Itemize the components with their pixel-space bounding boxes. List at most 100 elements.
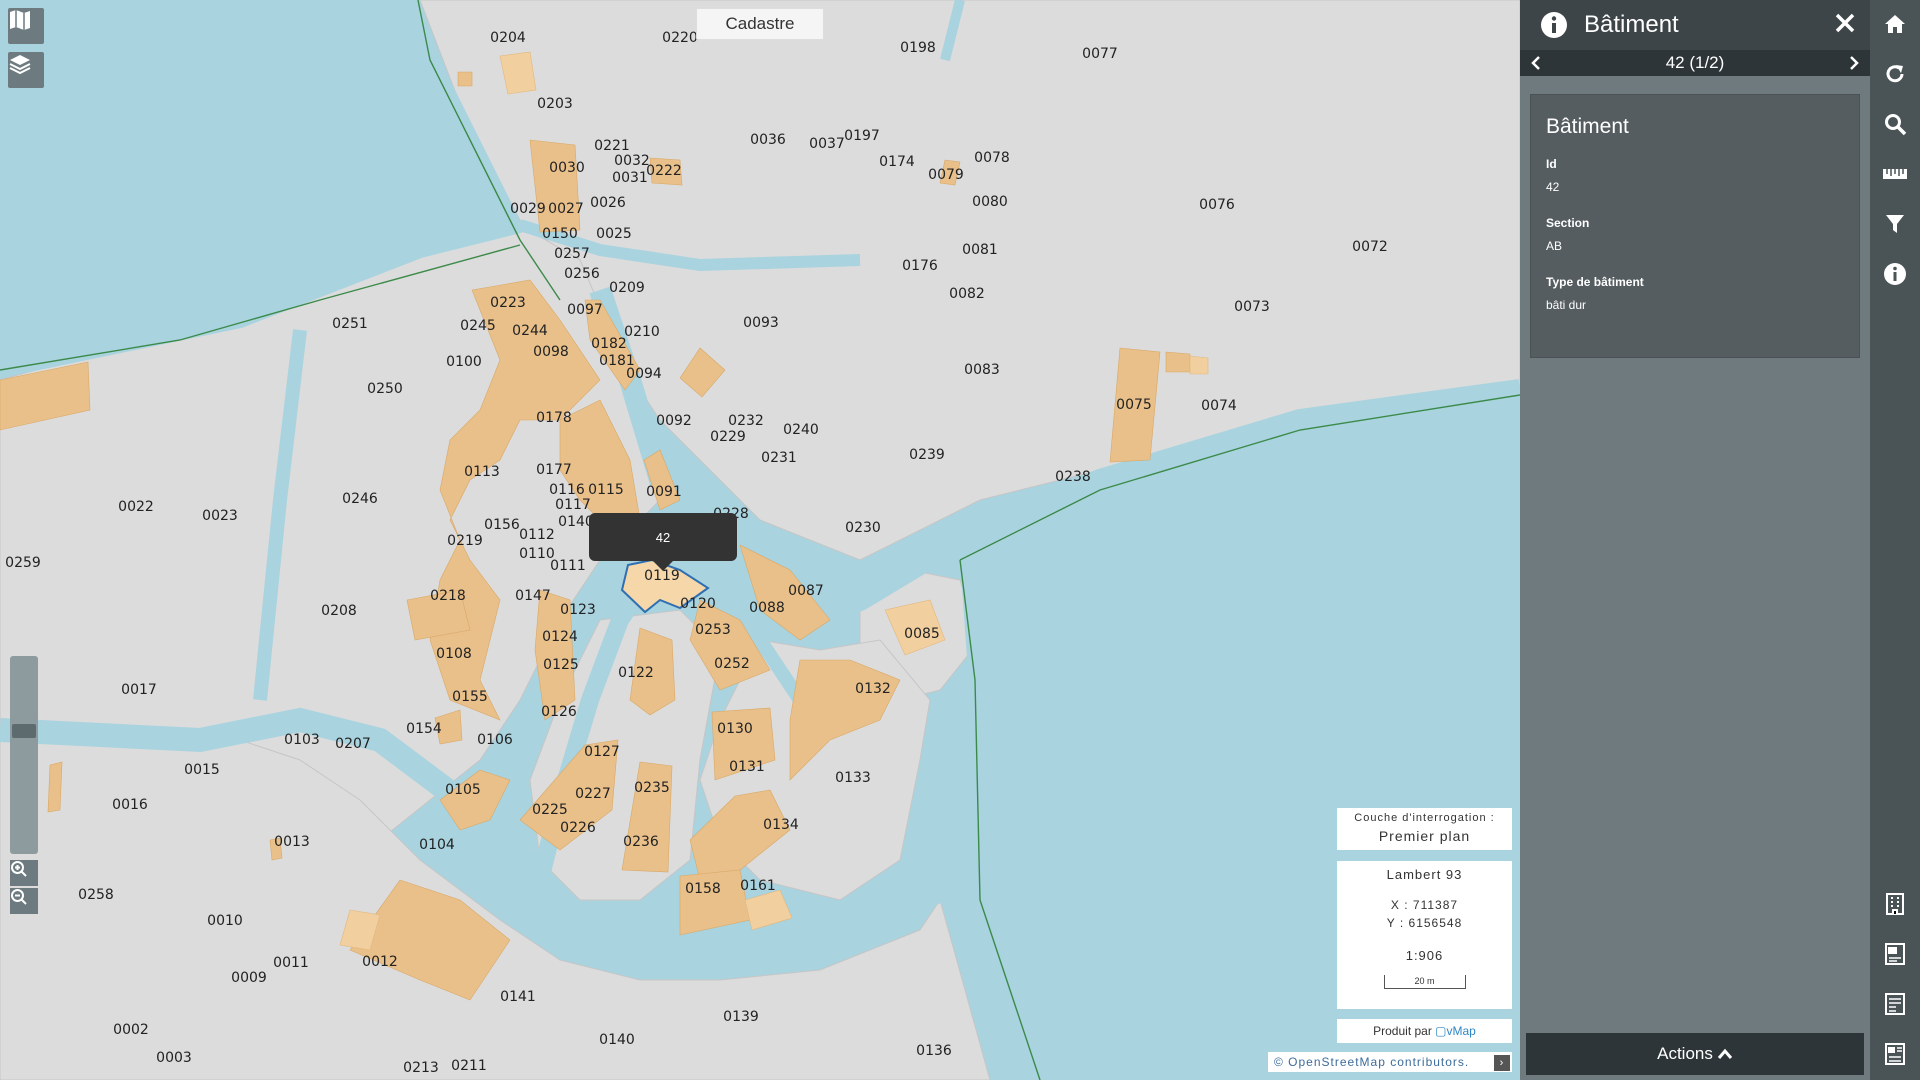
y-coordinate: Y : 6156548: [1386, 916, 1463, 930]
parcel-label: 0251: [332, 316, 368, 332]
parcel-label: 0207: [335, 736, 371, 752]
parcel-label: 0011: [273, 955, 309, 971]
zoom-slider-handle[interactable]: [12, 724, 36, 739]
ruler-icon: [1883, 169, 1907, 179]
parcel-label: 0134: [763, 817, 799, 833]
parcel-label: 0239: [909, 447, 945, 463]
parcel-label: 0013: [274, 834, 310, 850]
parcel-label: 0257: [554, 246, 590, 262]
actions-button[interactable]: Actions: [1526, 1033, 1864, 1075]
parcel-label: 0112: [519, 527, 555, 543]
feature-navigation: 42 (1/2): [1520, 50, 1870, 76]
zoom-slider[interactable]: [10, 656, 38, 854]
zoom-out-button[interactable]: [10, 888, 38, 914]
panel-title: Bâtiment: [1584, 11, 1679, 38]
parcel-label: 0072: [1352, 239, 1388, 255]
coordinates-box: Lambert 93 X : 711387 Y : 6156548 1:906 …: [1337, 861, 1512, 1009]
parcel-label: 0154: [406, 721, 442, 737]
parcel-label: 0223: [490, 295, 526, 311]
parcel-label: 0219: [447, 533, 483, 549]
filter-button[interactable]: [1870, 204, 1920, 244]
parcel-label: 0100: [446, 354, 482, 370]
search-button[interactable]: [1870, 104, 1920, 144]
parcel-label: 0036: [750, 132, 786, 148]
parcel-label: 0203: [537, 96, 573, 112]
measure-button[interactable]: [1870, 154, 1920, 194]
report-button-2[interactable]: [1870, 984, 1920, 1024]
parcel-label: 0182: [591, 336, 627, 352]
parcel-label: 0023: [202, 508, 238, 524]
vmap-logo-icon: ▢: [1435, 1024, 1447, 1038]
zoom-in-icon: [11, 861, 27, 877]
next-feature-button[interactable]: [1844, 53, 1864, 73]
info-icon: [1884, 263, 1906, 285]
parcel-label: 0246: [342, 491, 378, 507]
parcel-label: 0245: [460, 318, 496, 334]
attribution-text[interactable]: © OpenStreetMap contributors.: [1274, 1055, 1469, 1069]
report-icon: [1885, 1043, 1905, 1065]
parcel-label: 0074: [1201, 398, 1237, 414]
filter-icon: [1886, 215, 1904, 233]
parcel-label: 0197: [844, 128, 880, 144]
parcel-label: 0026: [590, 195, 626, 211]
parcel-label: 0253: [695, 622, 731, 638]
parcel-label: 0252: [714, 656, 750, 672]
parcel-label: 0130: [717, 721, 753, 737]
parcel-label: 0123: [560, 602, 596, 618]
parcel-label: 0231: [761, 450, 797, 466]
parcel-label: 0178: [536, 410, 572, 426]
building: [744, 889, 793, 931]
parcel-label: 0177: [536, 462, 572, 478]
info-panel: Bâtiment 42 (1/2) Bâtiment Id 42 Section…: [1520, 0, 1870, 1080]
projection-label: Lambert 93: [1386, 867, 1463, 882]
parcel-label: 0104: [419, 837, 455, 853]
report-button-1[interactable]: [1870, 934, 1920, 974]
layers-button[interactable]: [8, 52, 44, 88]
basemap-button[interactable]: [8, 8, 44, 44]
parcel-label: 0097: [567, 302, 603, 318]
panel-header: Bâtiment: [1520, 0, 1870, 50]
parcel-label: 0156: [484, 517, 520, 533]
parcel-label: 0106: [477, 732, 513, 748]
parcel-label: 0077: [1082, 46, 1118, 62]
parcel-label: 0232: [728, 413, 764, 429]
parcel-label: 0016: [112, 797, 148, 813]
vmap-link[interactable]: vMap: [1447, 1024, 1476, 1038]
home-button[interactable]: [1870, 4, 1920, 44]
parcel-label: 0079: [928, 167, 964, 183]
parcel-label: 0259: [5, 555, 41, 571]
info-button[interactable]: [1870, 254, 1920, 294]
parcel-label: 0002: [113, 1022, 149, 1038]
building: [457, 71, 473, 87]
parcel-label: 0091: [646, 484, 682, 500]
parcel-label: 0031: [612, 170, 648, 186]
map-canvas[interactable]: 0204 0220 0198 0077 0203 0221 0032 0031 0030 0222…: [0, 0, 1520, 1080]
parcel-label: 0147: [515, 588, 551, 604]
parcel-label: 0240: [783, 422, 819, 438]
building-report-button[interactable]: [1870, 884, 1920, 924]
parcel-label: 0105: [445, 782, 481, 798]
layers-icon: [9, 55, 31, 75]
close-icon[interactable]: [1832, 10, 1858, 36]
parcel-label: 0211: [451, 1058, 487, 1074]
home-icon: [1885, 15, 1905, 33]
parcel-label: 0025: [596, 226, 632, 242]
parcel-label: 0032: [614, 153, 650, 169]
parcel-label: 0221: [594, 138, 630, 154]
parcel-label: 0117: [555, 497, 591, 513]
previous-feature-button[interactable]: [1526, 53, 1546, 73]
attribution-toggle[interactable]: ›: [1494, 1055, 1510, 1071]
parcel-label: 0103: [284, 732, 320, 748]
cadastre-layer-button[interactable]: Cadastre: [696, 8, 824, 40]
report-button-3[interactable]: [1870, 1034, 1920, 1074]
parcel-label: 0174: [879, 154, 915, 170]
zoom-in-button[interactable]: [10, 860, 38, 886]
parcel-label: 0015: [184, 762, 220, 778]
chevron-left-icon: [1531, 56, 1540, 70]
parcel-label: 0093: [743, 315, 779, 331]
parcel-label: 0127: [584, 744, 620, 760]
field-value-type: bâti dur: [1546, 298, 1587, 312]
parcel-label: 0139: [723, 1009, 759, 1025]
tooltip-text: 42: [655, 529, 671, 545]
refresh-button[interactable]: [1870, 54, 1920, 94]
